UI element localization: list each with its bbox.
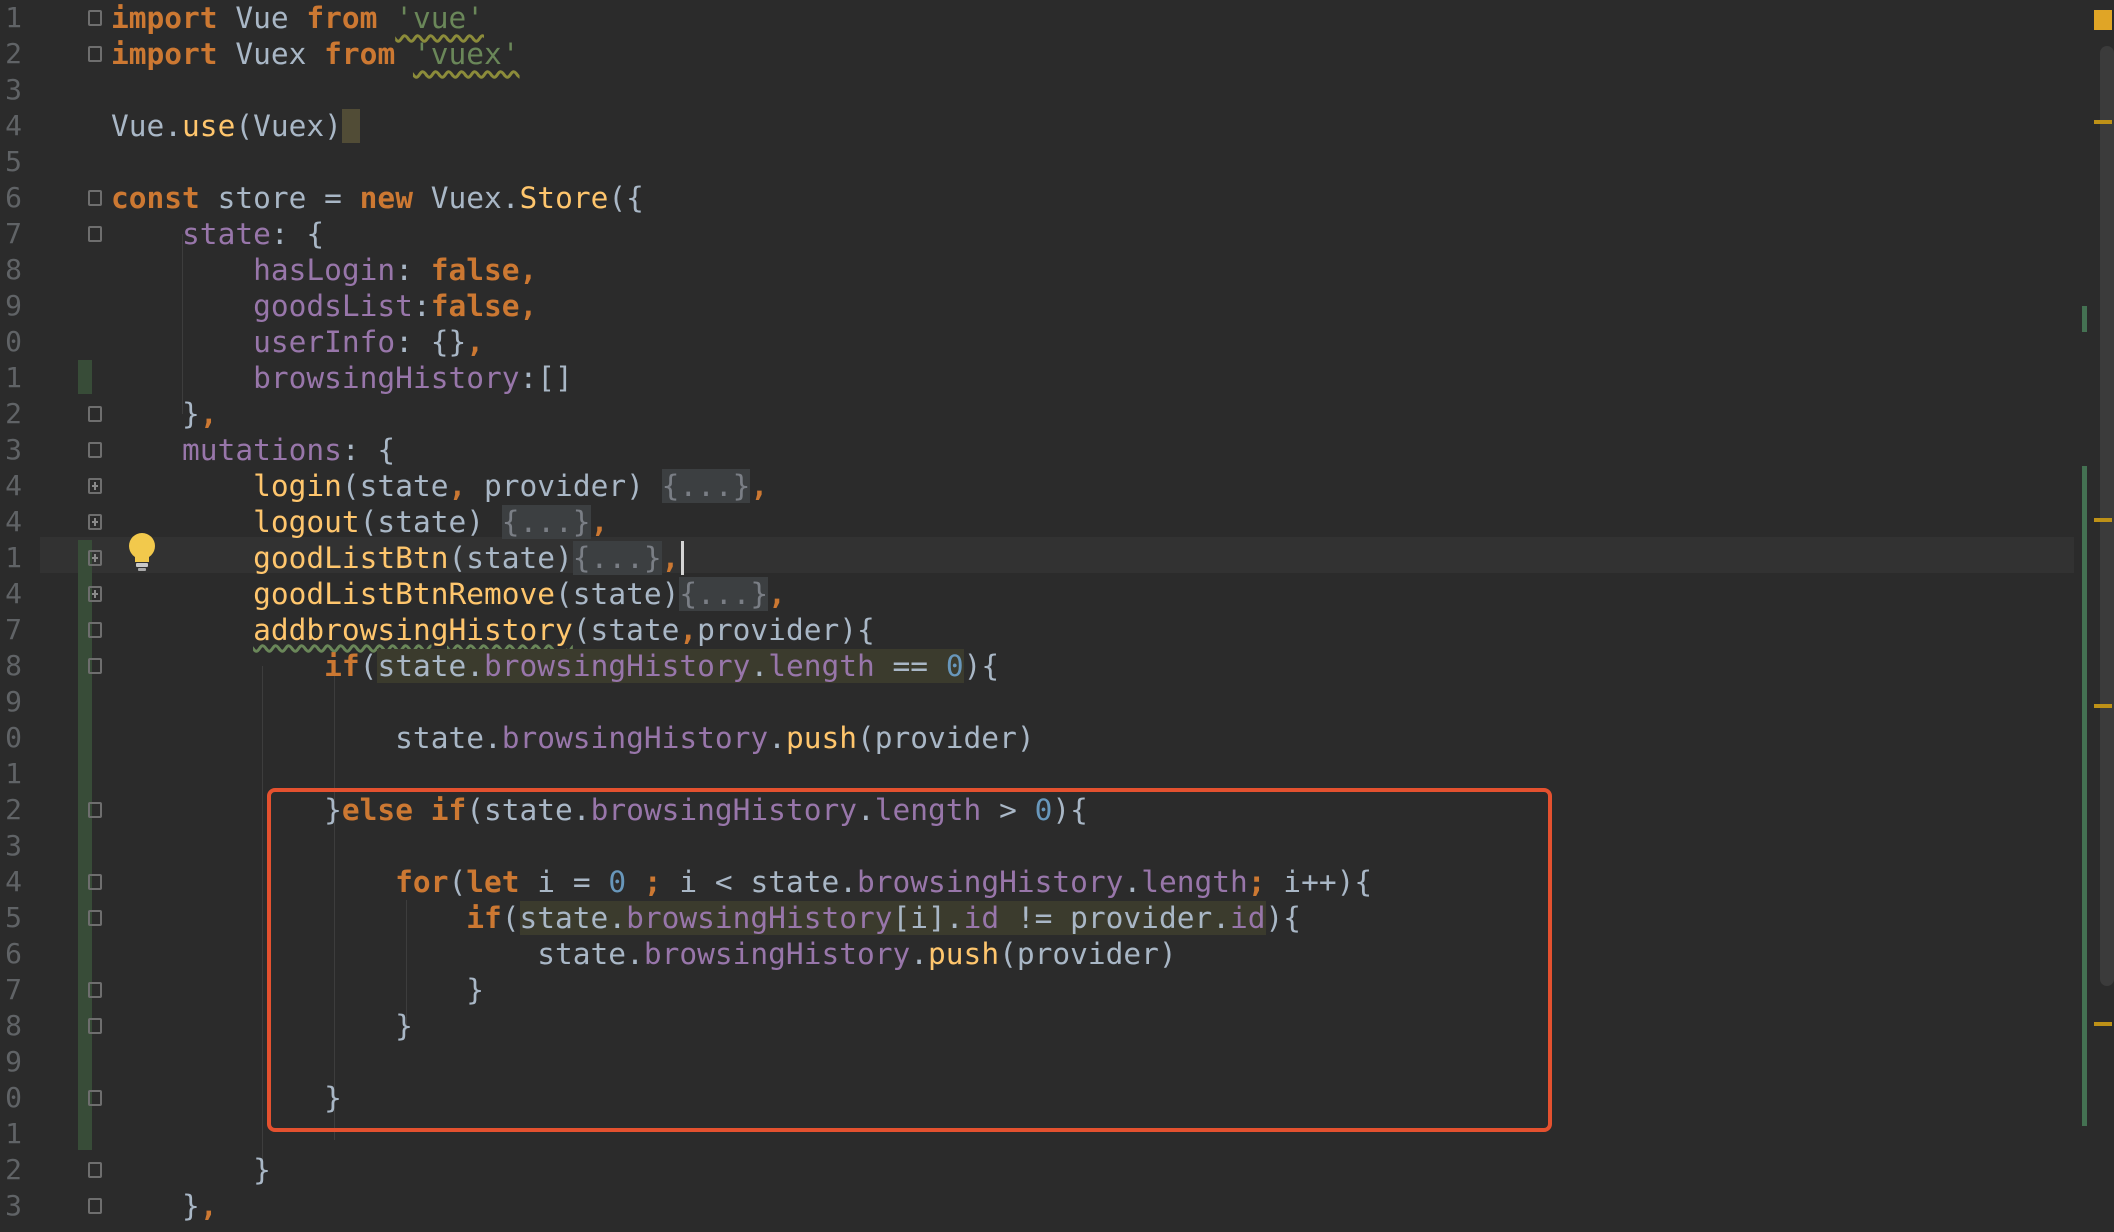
line-number: 8 — [5, 649, 22, 682]
line-number: 6 — [5, 937, 22, 970]
line-number: 1 — [5, 1, 22, 34]
error-stripe-marker[interactable] — [2094, 704, 2112, 708]
line-number: 9 — [5, 685, 22, 718]
text-caret — [681, 541, 685, 575]
code-line: }, — [182, 397, 218, 431]
fold-marker-icon[interactable] — [88, 46, 102, 62]
code-line: import Vue from 'vue' — [111, 1, 485, 35]
line-number: 2 — [5, 793, 22, 826]
fold-marker-icon[interactable] — [88, 1090, 102, 1106]
line-number: 2 — [5, 1153, 22, 1186]
line-number: 9 — [5, 1045, 22, 1078]
line-number: 0 — [5, 1081, 22, 1114]
code-line: goodListBtn(state){...}, — [111, 540, 685, 576]
folded-region[interactable]: {...} — [501, 505, 591, 539]
code-line: }, — [182, 1189, 218, 1223]
code-line: import Vuex from 'vuex' — [111, 37, 520, 71]
line-number: 9 — [5, 289, 22, 322]
line-number: 1 — [5, 541, 22, 574]
code-line: state.browsingHistory.push(provider) — [395, 721, 1035, 755]
fold-marker-icon[interactable] — [88, 658, 102, 674]
line-number: 3 — [5, 433, 22, 466]
line-number: 3 — [5, 73, 22, 106]
fold-marker-icon[interactable] — [88, 10, 102, 26]
fold-marker-icon[interactable] — [88, 1162, 102, 1178]
annotation-highlight-box — [267, 788, 1552, 1132]
folded-region[interactable]: {...} — [679, 577, 769, 611]
code-line: userInfo: {}, — [253, 325, 484, 359]
code-editor[interactable]: 1 2 3 4 5 6 7 8 9 0 1 2 3 4 4 1 4 7 8 9 … — [0, 0, 2114, 1232]
line-number: 7 — [5, 217, 22, 250]
fold-marker-icon[interactable] — [88, 622, 102, 638]
error-stripe-marker[interactable] — [2094, 518, 2112, 522]
code-line: addbrowsingHistory(state,provider){ — [253, 613, 875, 647]
code-line: if(state.browsingHistory.length == 0){ — [324, 649, 1000, 683]
error-stripe-marker[interactable] — [2094, 120, 2112, 124]
code-line: browsingHistory:[] — [253, 361, 573, 395]
fold-marker-icon[interactable] — [88, 982, 102, 998]
line-number: 7 — [5, 973, 22, 1006]
change-stripe-marker[interactable] — [2082, 466, 2087, 1126]
fold-expand-icon[interactable] — [88, 586, 102, 602]
fold-marker-icon[interactable] — [88, 802, 102, 818]
code-line: } — [253, 1153, 271, 1187]
vcs-change-markers — [78, 0, 92, 1232]
line-number: 5 — [5, 901, 22, 934]
line-number: 3 — [5, 1189, 22, 1222]
fold-expand-icon[interactable] — [88, 514, 102, 530]
code-line: Vue.use(Vuex) — [111, 108, 360, 144]
line-number: 4 — [5, 865, 22, 898]
line-number: 1 — [5, 361, 22, 394]
line-number: 7 — [5, 613, 22, 646]
fold-marker-icon[interactable] — [88, 190, 102, 206]
fold-marker-icon[interactable] — [88, 1018, 102, 1034]
fold-marker-icon[interactable] — [88, 226, 102, 242]
line-number: 1 — [5, 1117, 22, 1150]
code-line: mutations: { — [182, 433, 396, 467]
line-number: 1 — [5, 757, 22, 790]
fold-expand-icon[interactable] — [88, 550, 102, 566]
line-number-gutter: 1 2 3 4 5 6 7 8 9 0 1 2 3 4 4 1 4 7 8 9 … — [0, 0, 40, 1232]
line-number: 0 — [5, 721, 22, 754]
line-number: 8 — [5, 253, 22, 286]
line-number: 6 — [5, 181, 22, 214]
line-number: 4 — [5, 109, 22, 142]
line-number: 8 — [5, 1009, 22, 1042]
fold-expand-icon[interactable] — [88, 478, 102, 494]
line-number: 3 — [5, 829, 22, 862]
line-number: 2 — [5, 37, 22, 70]
fold-marker-icon[interactable] — [88, 910, 102, 926]
line-number: 4 — [5, 469, 22, 502]
code-line: const store = new Vuex.Store({ — [111, 181, 644, 215]
change-stripe-marker[interactable] — [2082, 306, 2087, 332]
line-number: 4 — [5, 505, 22, 538]
line-number: 2 — [5, 397, 22, 430]
fold-marker-icon[interactable] — [88, 406, 102, 422]
line-number: 5 — [5, 145, 22, 178]
scrollbar-thumb[interactable] — [2100, 46, 2114, 986]
line-number: 4 — [5, 577, 22, 610]
line-number: 0 — [5, 325, 22, 358]
error-stripe-marker[interactable] — [2094, 10, 2112, 30]
code-line: login(state, provider) {...}, — [253, 469, 769, 503]
folded-region[interactable]: {...} — [661, 469, 751, 503]
code-line: goodsList:false, — [253, 289, 538, 323]
code-line: state: { — [182, 217, 325, 251]
code-line: goodListBtnRemove(state){...}, — [253, 577, 786, 611]
code-line: logout(state) {...}, — [253, 505, 609, 539]
change-marker — [78, 360, 92, 394]
error-stripe-marker[interactable] — [2094, 1022, 2112, 1026]
fold-marker-icon[interactable] — [88, 874, 102, 890]
folded-region[interactable]: {...} — [572, 541, 662, 575]
fold-marker-icon[interactable] — [88, 1198, 102, 1214]
fold-marker-icon[interactable] — [88, 442, 102, 458]
code-line: hasLogin: false, — [253, 253, 538, 287]
